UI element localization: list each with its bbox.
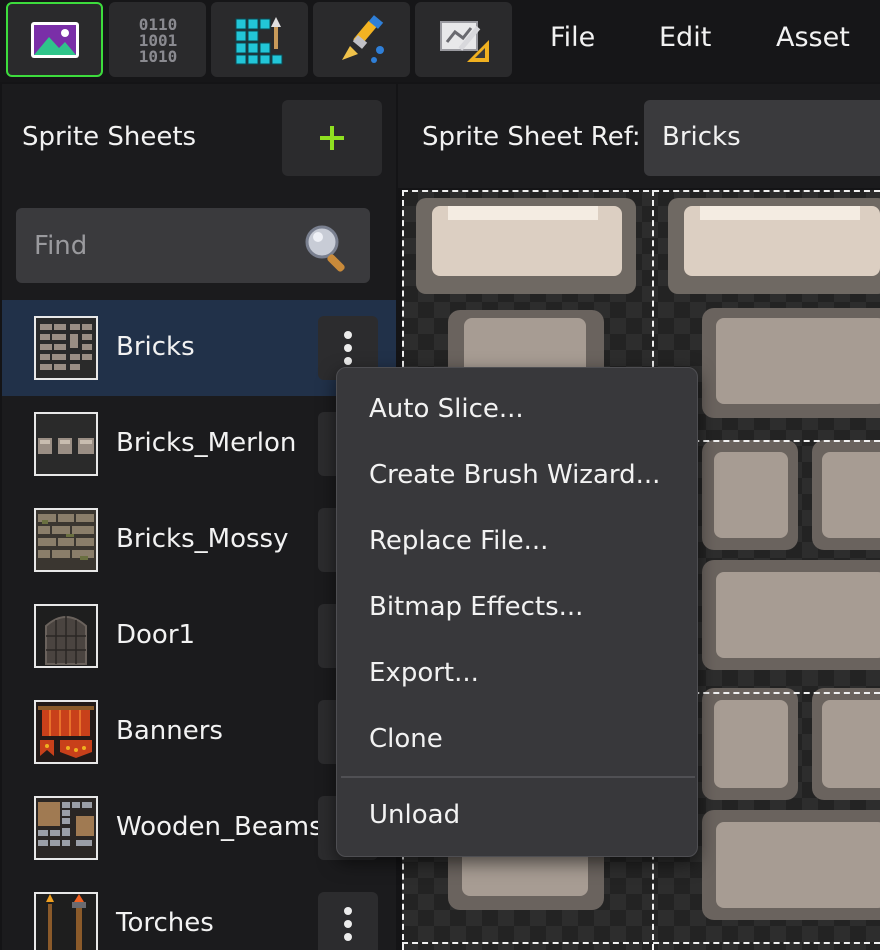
sprite-sheet-ref-label: Sprite Sheet Ref: <box>422 122 641 152</box>
plus-icon <box>320 126 344 150</box>
menu-item-export[interactable]: Export... <box>369 658 479 688</box>
sprite-thumbnail <box>34 412 98 476</box>
menu-item-auto-slice[interactable]: Auto Slice... <box>369 394 524 424</box>
binary-data-icon: 0110 1001 1010 <box>138 15 177 66</box>
sprite-thumbnail <box>34 892 98 950</box>
kebab-icon <box>344 331 352 339</box>
sprite-sheet-name: Door1 <box>116 620 196 650</box>
menu-file[interactable]: File <box>550 22 595 53</box>
magnifier-icon[interactable] <box>302 222 354 274</box>
sprite-thumbnail <box>34 316 98 380</box>
menu-asset[interactable]: Asset <box>776 22 850 53</box>
menu-edit[interactable]: Edit <box>659 22 711 53</box>
sprite-sheet-name: Wooden_Beams <box>116 812 323 842</box>
search-input[interactable] <box>34 208 304 283</box>
sprite-sheet-ref-field[interactable]: Bricks <box>644 100 880 176</box>
slice-grid-line <box>402 942 880 944</box>
add-sprite-sheet-button[interactable] <box>282 100 382 176</box>
sprite-sheet-ref-value: Bricks <box>662 122 741 152</box>
sprite-editor-app: 0110 1001 1010 File Edit Asset Sprite Sh… <box>0 0 880 950</box>
menu-separator <box>341 776 695 778</box>
sprite-sheet-name: Bricks_Merlon <box>116 428 297 458</box>
sprite-sheet-context-menu: Auto Slice... Create Brush Wizard... Rep… <box>336 367 698 857</box>
item-options-button[interactable] <box>318 892 378 950</box>
sprite-thumbnail <box>34 604 98 668</box>
slice-grid-line <box>402 190 880 192</box>
menu-item-create-brush-wizard[interactable]: Create Brush Wizard... <box>369 460 660 490</box>
sprite-sheet-name: Bricks_Mossy <box>116 524 289 554</box>
menu-item-replace-file[interactable]: Replace File... <box>369 526 548 556</box>
top-toolbar: 0110 1001 1010 File Edit Asset <box>0 0 880 82</box>
tilemap-icon <box>235 16 282 64</box>
tilemap-tool-button[interactable] <box>211 2 308 77</box>
menu-item-bitmap-effects[interactable]: Bitmap Effects... <box>369 592 583 622</box>
image-editor-tool-button[interactable] <box>6 2 103 77</box>
image-editor-icon <box>30 21 79 58</box>
sprite-thumbnail <box>34 796 98 860</box>
paint-brush-icon <box>341 14 384 63</box>
menu-item-clone[interactable]: Clone <box>369 724 443 754</box>
sprite-edit-tool-button[interactable] <box>415 2 512 77</box>
paint-tool-button[interactable] <box>313 2 410 77</box>
binary-data-tool-button[interactable]: 0110 1001 1010 <box>109 2 206 77</box>
sprite-sheet-name: Torches <box>116 908 214 938</box>
svg-text:1010: 1010 <box>138 47 177 66</box>
sprite-edit-icon <box>439 20 489 62</box>
sprite-thumbnail <box>34 508 98 572</box>
sprite-sheet-name: Bricks <box>116 332 195 362</box>
search-box <box>16 208 370 283</box>
list-item[interactable]: Torches <box>2 876 396 950</box>
panel-title: Sprite Sheets <box>22 122 197 152</box>
sprite-sheet-name: Banners <box>116 716 223 746</box>
menu-item-unload[interactable]: Unload <box>369 800 460 830</box>
sprite-thumbnail <box>34 700 98 764</box>
sprite-sheet-ref-header: Sprite Sheet Ref: Bricks <box>398 84 880 188</box>
